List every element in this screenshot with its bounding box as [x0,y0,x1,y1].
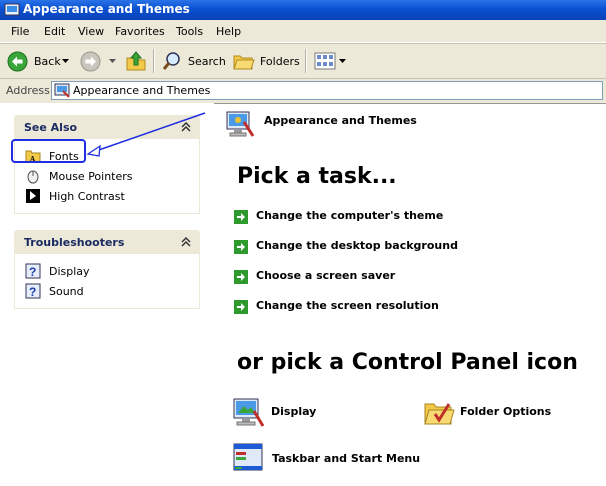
green-arrow-icon [234,270,248,284]
help-icon: ? [25,263,41,279]
pick-task-heading: Pick a task... [237,164,397,189]
annotation-highlight-box [11,139,86,163]
task-label: Change the computer's theme [256,209,444,222]
task-label: Choose a screen saver [256,269,396,282]
troubleshooter-link-sound[interactable]: ? Sound [25,283,95,301]
control-panel-icon [54,83,70,98]
cp-label: Folder Options [460,405,552,418]
high-contrast-icon [26,189,40,203]
display-icon [233,398,265,427]
folders-icon [233,55,255,70]
address-value: Appearance and Themes [73,84,211,97]
left-task-pane: See Also A Fonts Mouse Pointers High Con… [0,103,214,486]
category-title: Appearance and Themes [264,114,417,127]
appearance-themes-icon [226,111,255,137]
collapse-chevron-icon[interactable] [180,121,192,133]
green-arrow-icon [234,240,248,254]
menu-bar: File Edit View Favorites Tools Help [0,20,606,43]
menu-help[interactable]: Help [216,25,241,38]
window-icon [4,3,20,16]
address-bar: Address Appearance and Themes [0,78,606,104]
help-icon: ? [25,283,41,299]
cp-label: Display [271,405,317,418]
see-also-title: See Also [24,121,78,134]
back-button[interactable]: Back [6,49,68,73]
green-arrow-icon [234,210,248,224]
task-change-theme[interactable]: Change the computer's theme [234,208,443,226]
troubleshooter-label: Display [49,265,90,278]
task-screen-resolution[interactable]: Change the screen resolution [234,298,439,316]
search-button[interactable]: Search [160,49,226,73]
task-change-background[interactable]: Change the desktop background [234,238,458,256]
svg-text:?: ? [29,265,36,279]
taskbar-icon [233,443,263,471]
title-bar: Appearance and Themes [0,0,606,20]
troubleshooters-header[interactable]: Troubleshooters [14,230,200,254]
cp-icon-display[interactable]: Display [232,396,322,432]
menu-tools[interactable]: Tools [176,25,203,38]
troubleshooters-panel: ? Display ? Sound [14,254,200,309]
folder-options-icon [424,403,455,425]
task-label: Change the desktop background [256,239,458,252]
search-icon [162,52,180,70]
cp-label: Taskbar and Start Menu [272,452,421,465]
menu-file[interactable]: File [11,25,29,38]
green-arrow-icon [234,300,248,314]
window-title: Appearance and Themes [23,2,190,16]
menu-view[interactable]: View [78,25,104,38]
collapse-chevron-icon[interactable] [180,236,192,248]
see-also-link-mouse-pointers[interactable]: Mouse Pointers [25,168,145,186]
up-folder-icon[interactable] [125,50,147,72]
menu-favorites[interactable]: Favorites [115,25,165,38]
mouse-pointer-icon [27,170,39,184]
troubleshooters-title: Troubleshooters [24,236,125,249]
search-label: Search [188,55,226,68]
see-also-label: High Contrast [49,190,125,203]
troubleshooter-label: Sound [49,285,84,298]
back-dropdown-icon[interactable] [62,59,69,64]
troubleshooter-link-display[interactable]: ? Display [25,263,95,281]
see-also-link-high-contrast[interactable]: High Contrast [25,188,135,206]
views-dropdown-icon[interactable] [339,59,346,64]
cp-icon-folder-options[interactable]: Folder Options [423,396,552,432]
cp-icon-taskbar[interactable]: Taskbar and Start Menu [232,442,420,478]
back-label: Back [34,55,61,68]
forward-arrow-icon[interactable] [80,51,101,72]
folders-label: Folders [260,55,300,68]
see-also-label: Mouse Pointers [49,170,133,183]
toolbar: Back Search Folders [0,43,606,78]
address-label: Address [6,84,50,97]
address-field[interactable]: Appearance and Themes [51,81,603,100]
menu-edit[interactable]: Edit [44,25,65,38]
svg-text:?: ? [29,285,36,299]
task-screen-saver[interactable]: Choose a screen saver [234,268,396,286]
views-icon[interactable] [314,52,336,70]
folders-button[interactable]: Folders [232,49,300,73]
task-label: Change the screen resolution [256,299,439,312]
forward-dropdown-icon[interactable] [109,59,116,64]
pick-icon-heading: or pick a Control Panel icon [237,350,578,375]
back-arrow-icon [7,51,28,72]
see-also-header[interactable]: See Also [14,115,200,139]
